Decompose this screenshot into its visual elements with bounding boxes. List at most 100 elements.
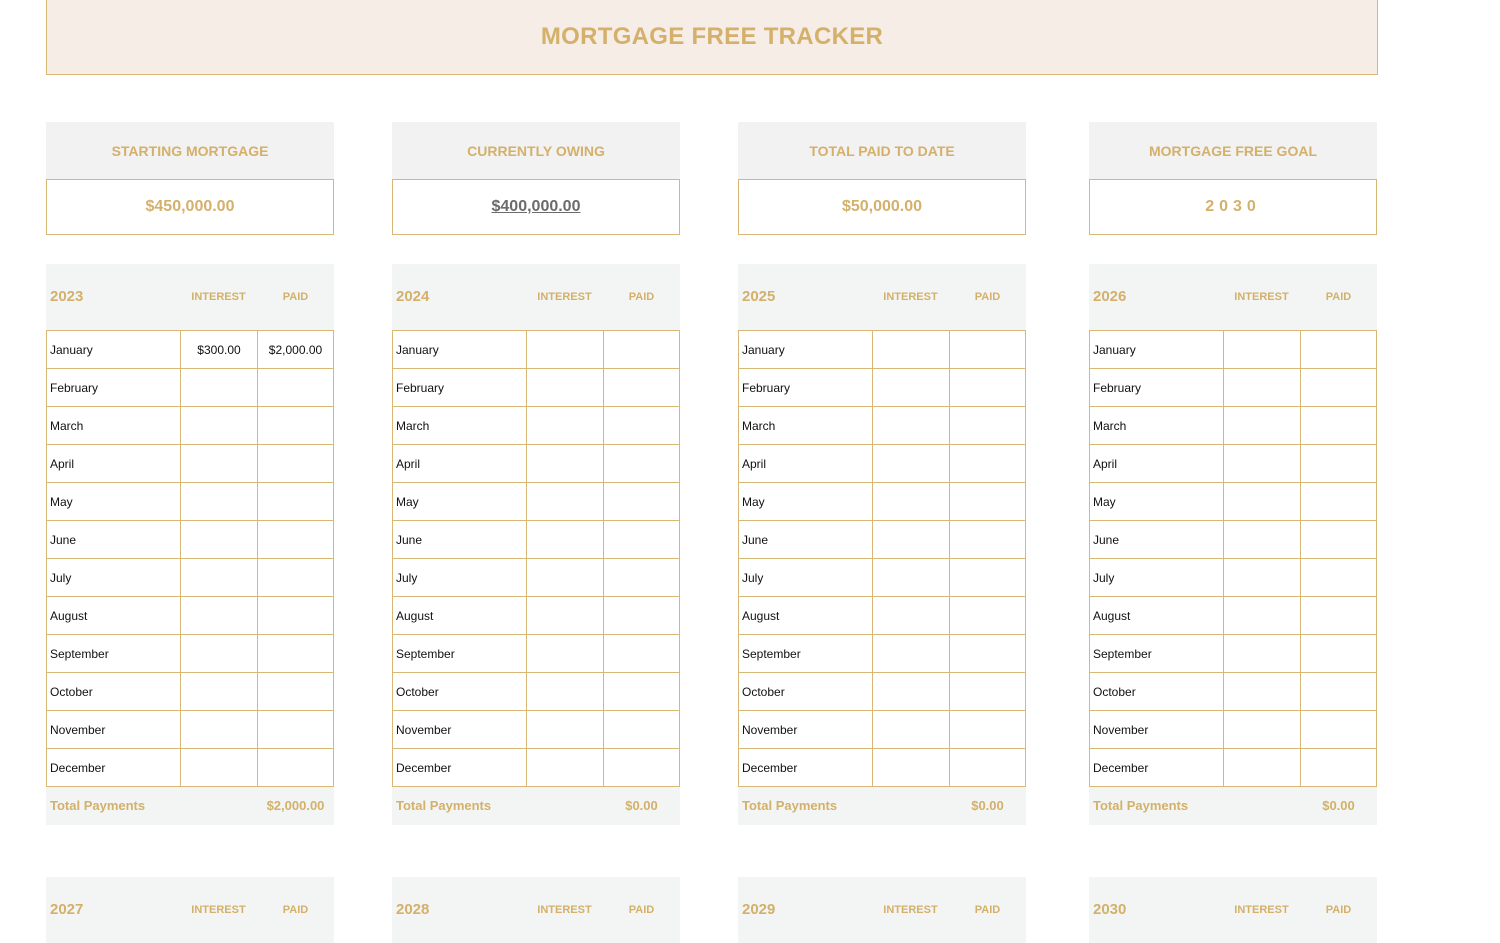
paid-cell[interactable] [949, 597, 1026, 634]
paid-cell[interactable] [257, 407, 334, 444]
interest-cell[interactable] [526, 749, 603, 786]
interest-cell[interactable] [872, 635, 949, 672]
paid-cell[interactable] [1300, 521, 1377, 558]
interest-cell[interactable] [526, 597, 603, 634]
interest-cell[interactable] [1223, 749, 1300, 786]
paid-cell[interactable] [257, 673, 334, 710]
paid-cell[interactable] [257, 635, 334, 672]
paid-cell[interactable] [257, 559, 334, 596]
paid-cell[interactable] [949, 711, 1026, 748]
interest-cell[interactable] [180, 445, 257, 482]
paid-cell[interactable] [603, 635, 680, 672]
interest-cell[interactable] [872, 673, 949, 710]
paid-cell[interactable] [1300, 407, 1377, 444]
paid-cell[interactable] [949, 559, 1026, 596]
interest-cell[interactable] [1223, 331, 1300, 368]
interest-cell[interactable] [872, 559, 949, 596]
paid-cell[interactable] [257, 711, 334, 748]
paid-cell[interactable] [949, 673, 1026, 710]
interest-cell[interactable] [526, 559, 603, 596]
interest-cell[interactable] [526, 331, 603, 368]
interest-cell[interactable] [1223, 445, 1300, 482]
interest-cell[interactable] [526, 369, 603, 406]
paid-cell[interactable] [257, 369, 334, 406]
paid-cell[interactable] [949, 483, 1026, 520]
interest-cell[interactable] [526, 635, 603, 672]
paid-cell[interactable] [949, 445, 1026, 482]
interest-cell[interactable] [872, 331, 949, 368]
interest-cell[interactable] [180, 369, 257, 406]
paid-cell[interactable] [949, 635, 1026, 672]
paid-cell[interactable] [257, 597, 334, 634]
paid-cell[interactable] [949, 369, 1026, 406]
paid-cell[interactable] [1300, 559, 1377, 596]
paid-cell[interactable] [603, 369, 680, 406]
interest-cell[interactable] [1223, 369, 1300, 406]
paid-cell[interactable] [1300, 331, 1377, 368]
interest-cell[interactable] [180, 749, 257, 786]
interest-cell[interactable] [872, 521, 949, 558]
interest-cell[interactable] [526, 521, 603, 558]
interest-cell[interactable] [180, 521, 257, 558]
stat-value-field[interactable]: $450,000.00 [46, 179, 334, 235]
interest-cell[interactable] [526, 483, 603, 520]
interest-cell[interactable] [872, 445, 949, 482]
paid-cell[interactable] [603, 597, 680, 634]
paid-cell[interactable] [603, 331, 680, 368]
interest-cell[interactable] [872, 711, 949, 748]
interest-cell[interactable] [1223, 635, 1300, 672]
paid-cell[interactable] [1300, 711, 1377, 748]
paid-cell[interactable] [603, 407, 680, 444]
interest-cell[interactable] [526, 673, 603, 710]
interest-cell[interactable] [180, 407, 257, 444]
paid-cell[interactable] [257, 749, 334, 786]
paid-cell[interactable] [603, 559, 680, 596]
interest-cell[interactable] [872, 597, 949, 634]
paid-cell[interactable] [1300, 749, 1377, 786]
paid-cell[interactable] [603, 749, 680, 786]
paid-cell[interactable] [1300, 445, 1377, 482]
paid-cell[interactable] [603, 521, 680, 558]
paid-cell[interactable] [603, 445, 680, 482]
interest-cell[interactable] [1223, 673, 1300, 710]
interest-cell[interactable] [1223, 559, 1300, 596]
interest-cell[interactable] [1223, 407, 1300, 444]
stat-value-field[interactable]: $400,000.00 [392, 179, 680, 235]
paid-cell[interactable] [949, 749, 1026, 786]
interest-cell[interactable] [526, 711, 603, 748]
interest-cell[interactable] [872, 407, 949, 444]
interest-cell[interactable]: $300.00 [180, 331, 257, 368]
interest-cell[interactable] [180, 483, 257, 520]
paid-cell[interactable] [257, 445, 334, 482]
paid-cell[interactable] [949, 331, 1026, 368]
interest-cell[interactable] [872, 369, 949, 406]
paid-cell[interactable] [603, 711, 680, 748]
stat-value-field[interactable]: 2030 [1089, 179, 1377, 235]
interest-cell[interactable] [1223, 521, 1300, 558]
paid-cell[interactable] [1300, 673, 1377, 710]
interest-cell[interactable] [180, 673, 257, 710]
interest-cell[interactable] [1223, 597, 1300, 634]
interest-cell[interactable] [1223, 483, 1300, 520]
paid-cell[interactable] [603, 673, 680, 710]
interest-cell[interactable] [872, 483, 949, 520]
paid-cell[interactable] [1300, 369, 1377, 406]
stat-value-field[interactable]: $50,000.00 [738, 179, 1026, 235]
paid-cell[interactable] [1300, 597, 1377, 634]
interest-cell[interactable] [180, 597, 257, 634]
paid-cell[interactable] [949, 407, 1026, 444]
interest-cell[interactable] [1223, 711, 1300, 748]
paid-cell[interactable] [949, 521, 1026, 558]
interest-cell[interactable] [872, 749, 949, 786]
interest-cell[interactable] [180, 559, 257, 596]
paid-cell[interactable] [257, 483, 334, 520]
interest-cell[interactable] [526, 445, 603, 482]
interest-cell[interactable] [180, 711, 257, 748]
paid-cell[interactable] [1300, 635, 1377, 672]
paid-cell[interactable] [257, 521, 334, 558]
paid-cell[interactable] [1300, 483, 1377, 520]
paid-cell[interactable] [603, 483, 680, 520]
interest-cell[interactable] [180, 635, 257, 672]
interest-cell[interactable] [526, 407, 603, 444]
paid-cell[interactable]: $2,000.00 [257, 331, 334, 368]
